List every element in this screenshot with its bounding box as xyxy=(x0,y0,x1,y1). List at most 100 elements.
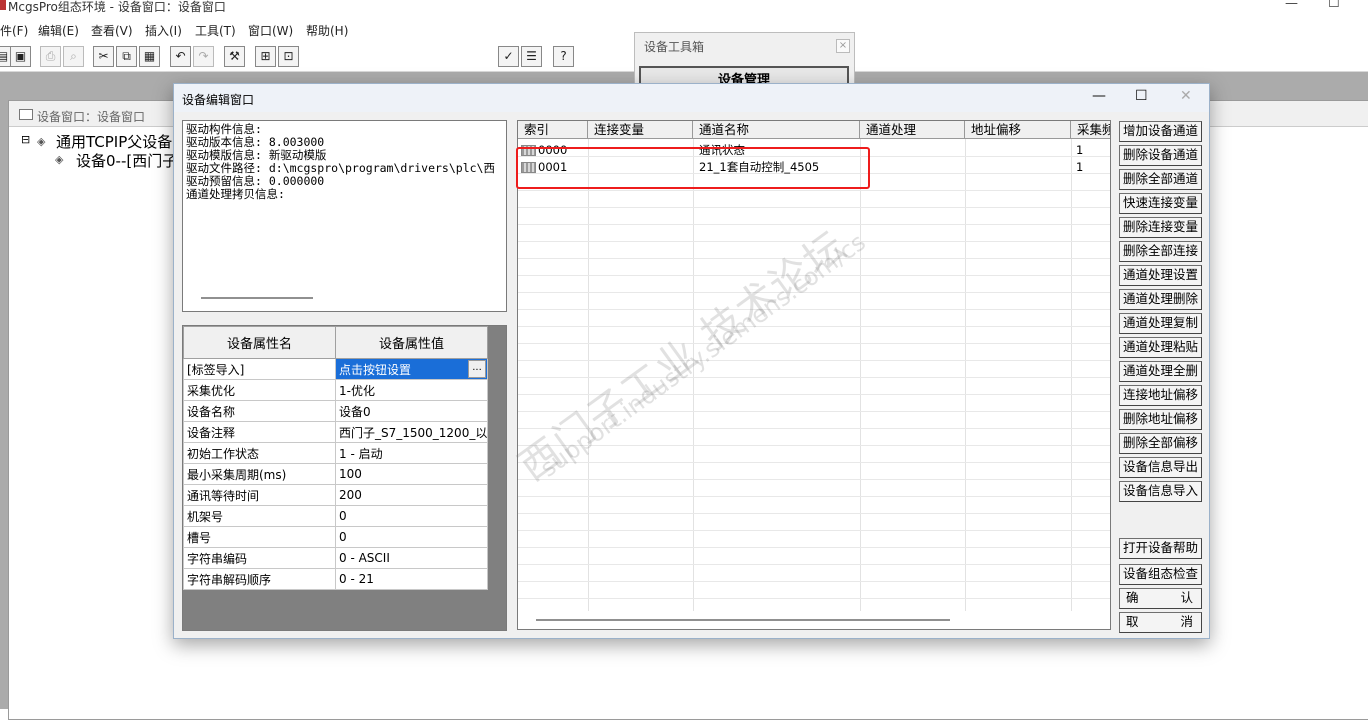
channel-processing-delete-button[interactable]: 通道处理删除 xyxy=(1119,289,1202,310)
prop-header-name: 设备属性名 xyxy=(183,326,336,359)
tree-item-parent-device[interactable]: 通用TCPIP父设备 xyxy=(56,131,172,152)
export-device-info-button[interactable]: 设备信息导出 xyxy=(1119,457,1202,478)
add-channel-button[interactable]: 增加设备通道 xyxy=(1119,121,1202,142)
menu-file[interactable]: 件(F) xyxy=(0,22,28,39)
device-config-icon[interactable]: ⊡ xyxy=(278,46,299,67)
delete-all-offsets-button[interactable]: 删除全部偏移 xyxy=(1119,433,1202,454)
prop-value[interactable]: 设备0 xyxy=(335,400,488,422)
ellipsis-button[interactable]: ... xyxy=(468,360,486,378)
import-device-info-button[interactable]: 设备信息导入 xyxy=(1119,481,1202,502)
check-icon[interactable]: ✓ xyxy=(498,46,519,67)
prop-value-selected[interactable]: 点击按钮设置... xyxy=(335,358,488,380)
col-address-offset[interactable]: 地址偏移 xyxy=(965,121,1071,139)
prop-value[interactable]: 1-优化 xyxy=(335,379,488,401)
toolbox-close-button[interactable]: × xyxy=(836,39,850,53)
info-hscrollbar[interactable] xyxy=(201,297,313,299)
grid-hline xyxy=(518,479,1110,480)
ok-button[interactable]: 确认 xyxy=(1119,588,1202,609)
grid-hline xyxy=(518,258,1110,259)
prop-row[interactable]: 初始工作状态 1 - 启动 xyxy=(183,442,488,464)
paste-icon[interactable]: ▦ xyxy=(139,46,160,67)
delete-all-connections-button[interactable]: 删除全部连接 xyxy=(1119,241,1202,262)
grid-vline xyxy=(965,139,966,611)
prop-value[interactable]: 200 xyxy=(335,484,488,506)
menu-view[interactable]: 查看(V) xyxy=(91,22,133,39)
dialog-close-button[interactable]: ✕ xyxy=(1180,88,1192,104)
tree-item-device0[interactable]: 设备0--[西门子 xyxy=(76,150,177,171)
help-icon[interactable]: ? xyxy=(553,46,574,67)
print-icon[interactable]: ⎙ xyxy=(40,46,61,67)
prop-row[interactable]: 设备名称 设备0 xyxy=(183,400,488,422)
channel-processing-delete-all-button[interactable]: 通道处理全删 xyxy=(1119,361,1202,382)
connect-address-offset-button[interactable]: 连接地址偏移 xyxy=(1119,385,1202,406)
prop-row[interactable]: 通讯等待时间 200 xyxy=(183,484,488,506)
device-icon[interactable]: ⊞ xyxy=(255,46,276,67)
col-variable[interactable]: 连接变量 xyxy=(588,121,693,139)
device-config-check-button[interactable]: 设备组态检查 xyxy=(1119,564,1202,585)
tree-collapse-icon[interactable]: ⊟ xyxy=(21,133,30,146)
prop-row[interactable]: 设备注释西门子_S7_1500_1200_以太网 xyxy=(183,421,488,443)
prop-row[interactable]: 字符串解码顺序 0 - 21 xyxy=(183,568,488,590)
app-maximize-button[interactable]: ☐ xyxy=(1328,0,1340,11)
prop-value[interactable]: 0 xyxy=(335,526,488,548)
delete-address-offset-button[interactable]: 删除地址偏移 xyxy=(1119,409,1202,430)
channel-frequency[interactable]: 1 xyxy=(1076,143,1083,157)
channel-grid-header: 索引 连接变量 通道名称 通道处理 地址偏移 采集频 xyxy=(518,121,1110,139)
quick-connect-variable-button[interactable]: 快速连接变量 xyxy=(1119,193,1202,214)
channel-frequency[interactable]: 1 xyxy=(1076,160,1083,174)
grid-hline xyxy=(518,343,1110,344)
col-processing[interactable]: 通道处理 xyxy=(860,121,965,139)
save-icon[interactable]: ▣ xyxy=(10,46,31,67)
app-minimize-button[interactable]: — xyxy=(1285,0,1298,11)
menu-window[interactable]: 窗口(W) xyxy=(248,22,293,39)
cancel-button[interactable]: 取消 xyxy=(1119,612,1202,633)
col-frequency[interactable]: 采集频 xyxy=(1071,121,1110,139)
channel-processing-paste-button[interactable]: 通道处理粘贴 xyxy=(1119,337,1202,358)
dialog-minimize-button[interactable]: — xyxy=(1092,88,1106,104)
prop-row[interactable]: 采集优化 1-优化 xyxy=(183,379,488,401)
prop-value[interactable]: 0 xyxy=(335,505,488,527)
col-channel-name[interactable]: 通道名称 xyxy=(693,121,860,139)
menu-help[interactable]: 帮助(H) xyxy=(306,22,348,39)
menu-edit[interactable]: 编辑(E) xyxy=(38,22,79,39)
prop-row[interactable]: 字符串编码 0 - ASCII xyxy=(183,547,488,569)
prop-row[interactable]: [标签导入] 点击按钮设置... xyxy=(183,358,488,380)
cut-icon[interactable]: ✂ xyxy=(93,46,114,67)
prop-value[interactable]: 0 - ASCII xyxy=(335,547,488,569)
grid-hline xyxy=(518,292,1110,293)
channel-processing-copy-button[interactable]: 通道处理复制 xyxy=(1119,313,1202,334)
redo-icon[interactable]: ↷ xyxy=(193,46,214,67)
menu-tools[interactable]: 工具(T) xyxy=(195,22,236,39)
driver-info-panel[interactable]: 驱动构件信息: 驱动版本信息: 8.003000 驱动模版信息: 新驱动模版 驱… xyxy=(182,120,507,312)
report-icon[interactable]: ☰ xyxy=(521,46,542,67)
prop-name: 设备注释 xyxy=(183,421,336,443)
prop-name: 采集优化 xyxy=(183,379,336,401)
grid-hline xyxy=(518,462,1110,463)
prop-name: 设备名称 xyxy=(183,400,336,422)
prop-value[interactable]: 0 - 21 xyxy=(335,568,488,590)
prop-row[interactable]: 最小采集周期(ms) 100 xyxy=(183,463,488,485)
grid-vline xyxy=(588,139,589,611)
dialog-maximize-button[interactable]: ☐ xyxy=(1135,88,1148,104)
channel-processing-settings-button[interactable]: 通道处理设置 xyxy=(1119,265,1202,286)
undo-icon[interactable]: ↶ xyxy=(170,46,191,67)
print-preview-icon[interactable]: ⌕ xyxy=(63,46,84,67)
delete-all-channels-button[interactable]: 删除全部通道 xyxy=(1119,169,1202,190)
open-device-help-button[interactable]: 打开设备帮助 xyxy=(1119,538,1202,559)
prop-value[interactable]: 100 xyxy=(335,463,488,485)
copy-icon[interactable]: ⧉ xyxy=(116,46,137,67)
menu-insert[interactable]: 插入(I) xyxy=(145,22,182,39)
prop-row[interactable]: 机架号 0 xyxy=(183,505,488,527)
prop-name: 最小采集周期(ms) xyxy=(183,463,336,485)
col-index[interactable]: 索引 xyxy=(518,121,588,139)
prop-value[interactable]: 西门子_S7_1500_1200_以太网 xyxy=(335,421,488,443)
prop-row[interactable]: 槽号 0 xyxy=(183,526,488,548)
tools-icon[interactable]: ⚒ xyxy=(224,46,245,67)
prop-value[interactable]: 1 - 启动 xyxy=(335,442,488,464)
delete-connect-variable-button[interactable]: 删除连接变量 xyxy=(1119,217,1202,238)
channel-grid[interactable]: 索引 连接变量 通道名称 通道处理 地址偏移 采集频 0000 通讯状态 1 0… xyxy=(517,120,1111,630)
channel-hscrollbar[interactable] xyxy=(536,619,950,621)
delete-channel-button[interactable]: 删除设备通道 xyxy=(1119,145,1202,166)
grid-hline xyxy=(518,547,1110,548)
prop-name: 字符串编码 xyxy=(183,547,336,569)
